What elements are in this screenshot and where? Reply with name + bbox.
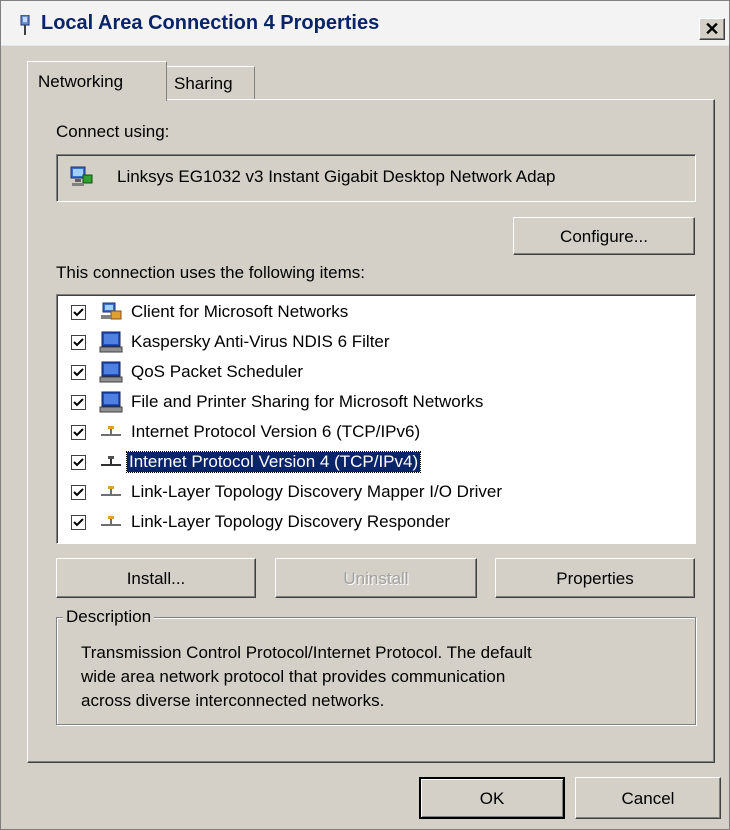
cancel-button-label: Cancel	[621, 789, 675, 808]
ok-button[interactable]: OK	[419, 777, 565, 819]
service-computer-icon	[99, 391, 123, 413]
list-item[interactable]: Link-Layer Topology Discovery Responder	[71, 509, 681, 537]
list-item[interactable]: Internet Protocol Version 6 (TCP/IPv6)	[71, 419, 681, 447]
client-network-icon	[101, 302, 122, 320]
tab-sharing-label: Sharing	[174, 74, 233, 93]
item-label: Link-Layer Topology Discovery Responder	[131, 512, 451, 531]
ok-button-label: OK	[479, 789, 505, 808]
install-button[interactable]: Install...	[56, 558, 256, 598]
item-checkbox[interactable]	[71, 335, 86, 350]
list-item[interactable]: Internet Protocol Version 4 (TCP/IPv4)	[71, 449, 681, 477]
items-label: This connection uses the following items…	[56, 263, 365, 282]
properties-button-label: Properties	[556, 569, 634, 588]
list-item[interactable]: Client for Microsoft Networks	[71, 299, 681, 327]
item-checkbox[interactable]	[71, 365, 86, 380]
configure-button-label: Configure...	[560, 227, 648, 246]
uninstall-button: Uninstall	[275, 558, 477, 598]
item-label: Link-Layer Topology Discovery Mapper I/O…	[131, 482, 502, 501]
list-item[interactable]: File and Printer Sharing for Microsoft N…	[71, 389, 681, 417]
tab-networking[interactable]: Networking	[27, 61, 167, 101]
item-label: QoS Packet Scheduler	[131, 362, 303, 381]
protocol-icon	[101, 426, 121, 436]
close-button[interactable]: ✕	[699, 18, 725, 40]
properties-dialog: Local Area Connection 4 Properties ✕ Net…	[0, 0, 730, 830]
description-line: across diverse interconnected networks.	[81, 691, 385, 710]
item-checkbox[interactable]	[71, 515, 86, 530]
item-label: Internet Protocol Version 6 (TCP/IPv6)	[131, 422, 421, 441]
tab-networking-label: Networking	[38, 72, 124, 91]
network-connection-icon	[20, 15, 30, 35]
connect-using-label: Connect using:	[56, 122, 170, 141]
network-adapter-icon	[70, 166, 93, 186]
description-line: wide area network protocol that provides…	[81, 667, 506, 686]
item-checkbox[interactable]	[71, 395, 86, 410]
adapter-field: Linksys EG1032 v3 Instant Gigabit Deskto…	[56, 154, 696, 202]
protocol-icon	[101, 456, 121, 466]
window-title: Local Area Connection 4 Properties	[41, 12, 380, 34]
protocol-icon	[101, 486, 121, 496]
description-text: Transmission Control Protocol/Internet P…	[81, 641, 671, 713]
item-label: Client for Microsoft Networks	[131, 302, 349, 321]
item-checkbox[interactable]	[71, 305, 86, 320]
item-checkbox[interactable]	[71, 425, 86, 440]
item-checkbox[interactable]	[71, 485, 86, 500]
properties-button[interactable]: Properties	[495, 558, 695, 598]
item-checkbox[interactable]	[71, 455, 86, 470]
configure-button[interactable]: Configure...	[513, 217, 695, 255]
description-line: Transmission Control Protocol/Internet P…	[81, 643, 532, 662]
list-item[interactable]: QoS Packet Scheduler	[71, 359, 681, 387]
adapter-name: Linksys EG1032 v3 Instant Gigabit Deskto…	[117, 167, 556, 186]
list-item[interactable]: Link-Layer Topology Discovery Mapper I/O…	[71, 479, 681, 507]
item-label-selected: Internet Protocol Version 4 (TCP/IPv4)	[125, 451, 422, 473]
uninstall-button-label: Uninstall	[343, 569, 409, 588]
tab-sharing[interactable]: Sharing	[167, 66, 255, 99]
description-legend: Description	[63, 607, 155, 627]
connection-items-list[interactable]: Client for Microsoft Networks Kaspersky …	[56, 294, 696, 544]
close-icon: ✕	[704, 19, 720, 39]
cancel-button[interactable]: Cancel	[575, 777, 721, 819]
title-bar[interactable]: Local Area Connection 4 Properties ✕	[1, 1, 729, 46]
item-label: Kaspersky Anti-Virus NDIS 6 Filter	[131, 332, 390, 351]
install-button-label: Install...	[126, 569, 186, 588]
service-computer-icon	[99, 361, 123, 383]
item-label: File and Printer Sharing for Microsoft N…	[131, 392, 484, 411]
service-computer-icon	[99, 331, 123, 353]
list-item[interactable]: Kaspersky Anti-Virus NDIS 6 Filter	[71, 329, 681, 357]
protocol-icon	[101, 516, 121, 526]
